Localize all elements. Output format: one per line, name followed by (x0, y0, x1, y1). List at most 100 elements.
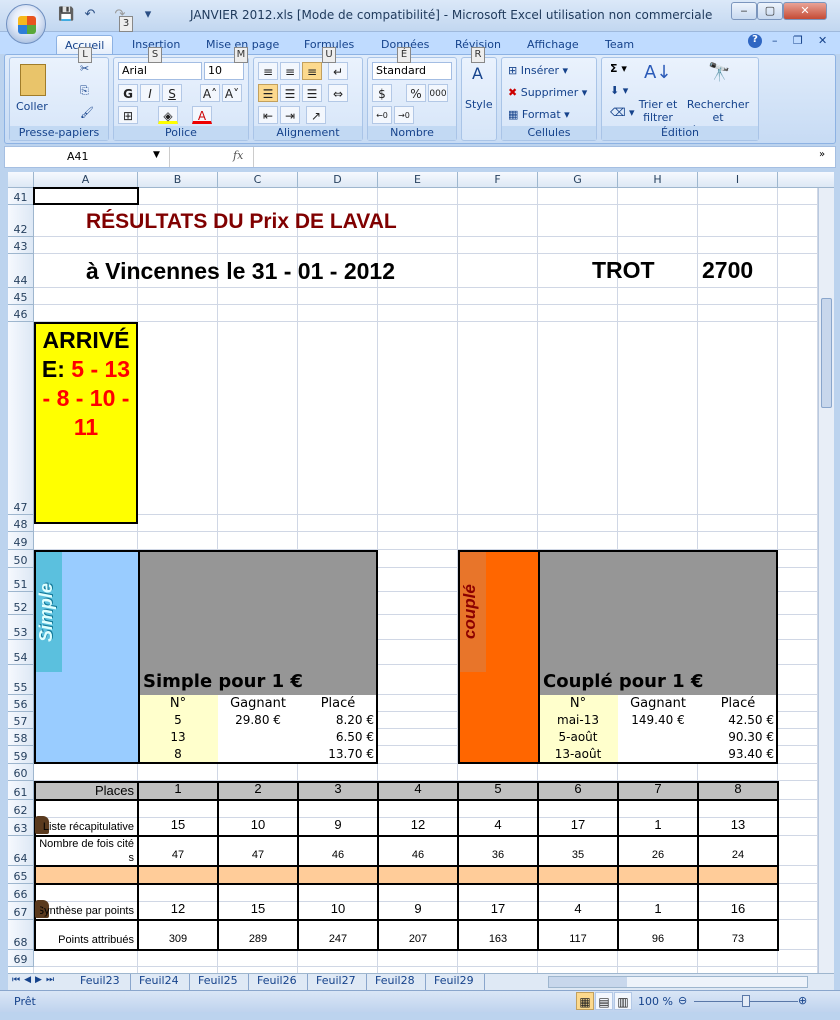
decrease-indent-icon[interactable]: ⇤ (258, 106, 278, 124)
vertical-scrollbar[interactable] (818, 188, 834, 973)
orientation-icon[interactable]: ↗ (306, 106, 326, 124)
sheet-tab[interactable]: Feuil26 (247, 974, 308, 990)
maximize-button[interactable]: ▢ (757, 2, 783, 20)
font-color-icon[interactable]: A (192, 106, 212, 124)
row-header[interactable]: 49 (8, 532, 34, 550)
align-top-icon[interactable]: ≡ (258, 62, 278, 80)
help-icon[interactable]: ? (748, 34, 762, 48)
workbook-close-icon[interactable]: ✕ (818, 34, 827, 47)
save-icon[interactable]: 💾 (58, 7, 74, 23)
align-middle-icon[interactable]: ≡ (280, 62, 300, 80)
row-header[interactable]: 64 (8, 836, 34, 866)
align-right-icon[interactable]: ☰ (302, 84, 322, 102)
selected-cell[interactable] (33, 187, 139, 205)
minimize-button[interactable]: ‒ (731, 2, 757, 20)
normal-view-icon[interactable]: ▦ (576, 992, 594, 1010)
sheet-tab[interactable]: Feuil24 (129, 974, 190, 990)
underline-button[interactable]: S (162, 84, 182, 102)
paste-icon[interactable] (20, 64, 46, 96)
bold-button[interactable]: G (118, 84, 138, 102)
zoom-out-icon[interactable]: ⊖ (678, 994, 687, 1007)
customize-qat-icon[interactable]: ▾ (140, 7, 156, 23)
increase-indent-icon[interactable]: ⇥ (280, 106, 300, 124)
style-button[interactable]: Style (465, 98, 493, 111)
row-header[interactable]: 57 (8, 712, 34, 729)
cut-icon[interactable]: ✂ (80, 62, 89, 75)
column-header[interactable]: E (378, 172, 458, 188)
row-header[interactable]: 68 (8, 920, 34, 950)
row-header[interactable]: 62 (8, 800, 34, 818)
name-box[interactable]: A41 (5, 147, 170, 167)
row-header[interactable]: 55 (8, 665, 34, 695)
row-header[interactable]: 44 (8, 254, 34, 288)
row-header[interactable]: 50 (8, 550, 34, 568)
zoom-level[interactable]: 100 % (638, 995, 673, 1008)
row-header[interactable]: 47 (8, 322, 34, 515)
number-format-select[interactable]: Standard (372, 62, 452, 80)
row-header[interactable]: 52 (8, 592, 34, 615)
sheet-tab[interactable]: Feuil29 (424, 974, 485, 990)
column-header[interactable]: F (458, 172, 538, 188)
row-header[interactable]: 58 (8, 729, 34, 746)
row-header[interactable]: 43 (8, 237, 34, 254)
row-header[interactable]: 53 (8, 615, 34, 640)
page-layout-view-icon[interactable]: ▤ (595, 992, 613, 1010)
wrap-text-icon[interactable]: ↵ (328, 62, 348, 80)
group-style[interactable]: A Style (461, 57, 497, 141)
insert-cells-button[interactable]: ⊞ Insérer ▾ (508, 64, 568, 77)
horizontal-scrollbar[interactable] (548, 976, 808, 988)
column-header[interactable]: C (218, 172, 298, 188)
row-header[interactable]: 69 (8, 950, 34, 967)
align-bottom-icon[interactable]: ≡ (302, 62, 322, 80)
tab-affichage[interactable]: Affichage (519, 35, 587, 54)
row-header[interactable]: 67 (8, 902, 34, 920)
copy-icon[interactable]: ⎘ (80, 84, 89, 98)
column-header[interactable]: B (138, 172, 218, 188)
paste-button[interactable]: Coller (16, 100, 48, 113)
column-header[interactable]: G (538, 172, 618, 188)
italic-button[interactable]: I (140, 84, 160, 102)
row-header[interactable]: 54 (8, 640, 34, 665)
zoom-in-icon[interactable]: ⊕ (798, 994, 807, 1007)
insert-function-button[interactable]: fx (233, 149, 243, 162)
font-name-select[interactable]: Arial (118, 62, 202, 80)
workbook-restore-icon[interactable]: ❐ (793, 34, 803, 47)
page-break-view-icon[interactable]: ▥ (614, 992, 632, 1010)
row-header[interactable]: 66 (8, 884, 34, 902)
row-header[interactable]: 41 (8, 188, 34, 205)
expand-formula-bar-icon[interactable]: » (819, 149, 825, 160)
hscroll-thumb[interactable] (549, 977, 627, 987)
delete-cells-button[interactable]: ✖ Supprimer ▾ (508, 86, 587, 99)
increase-decimal-icon[interactable]: ←0 (372, 106, 392, 124)
fill-icon[interactable]: ⬇ ▾ (610, 84, 628, 97)
align-left-icon[interactable]: ☰ (258, 84, 278, 102)
merge-center-icon[interactable]: ⇔ (328, 84, 348, 102)
row-header[interactable]: 45 (8, 288, 34, 305)
row-header[interactable]: 51 (8, 568, 34, 592)
row-header[interactable]: 65 (8, 866, 34, 884)
sheet-tab[interactable]: Feuil28 (365, 974, 426, 990)
column-header[interactable]: H (618, 172, 698, 188)
format-cells-button[interactable]: ▦ Format ▾ (508, 108, 570, 121)
undo-icon[interactable]: ↶ (82, 7, 98, 23)
autosum-icon[interactable]: Σ ▾ (610, 62, 627, 75)
percent-button[interactable]: % (406, 84, 426, 102)
sheet-tab[interactable]: Feuil25 (188, 974, 249, 990)
column-header[interactable]: D (298, 172, 378, 188)
column-header[interactable]: I (698, 172, 778, 188)
formula-input[interactable] (253, 147, 819, 167)
row-header[interactable]: 61 (8, 781, 34, 800)
sort-filter-button[interactable]: Trier et filtrer (638, 98, 678, 124)
sheet-tab[interactable]: Feuil23 (70, 974, 131, 990)
row-header[interactable]: 60 (8, 764, 34, 781)
shrink-font-icon[interactable]: A˅ (222, 84, 242, 102)
font-size-select[interactable]: 10 (204, 62, 244, 80)
scroll-thumb[interactable] (821, 298, 832, 408)
borders-icon[interactable]: ⊞ (118, 106, 138, 124)
row-header[interactable]: 42 (8, 205, 34, 237)
name-box-dropdown-icon[interactable]: ▼ (153, 150, 160, 160)
sheet-tab[interactable]: Feuil27 (306, 974, 367, 990)
row-header[interactable]: 46 (8, 305, 34, 322)
align-center-icon[interactable]: ☰ (280, 84, 300, 102)
worksheet-grid[interactable]: A B C D E F G H I 41 42 43 44 45 46 47 48 49 50 51 52 53 54 55 5… (8, 172, 834, 973)
